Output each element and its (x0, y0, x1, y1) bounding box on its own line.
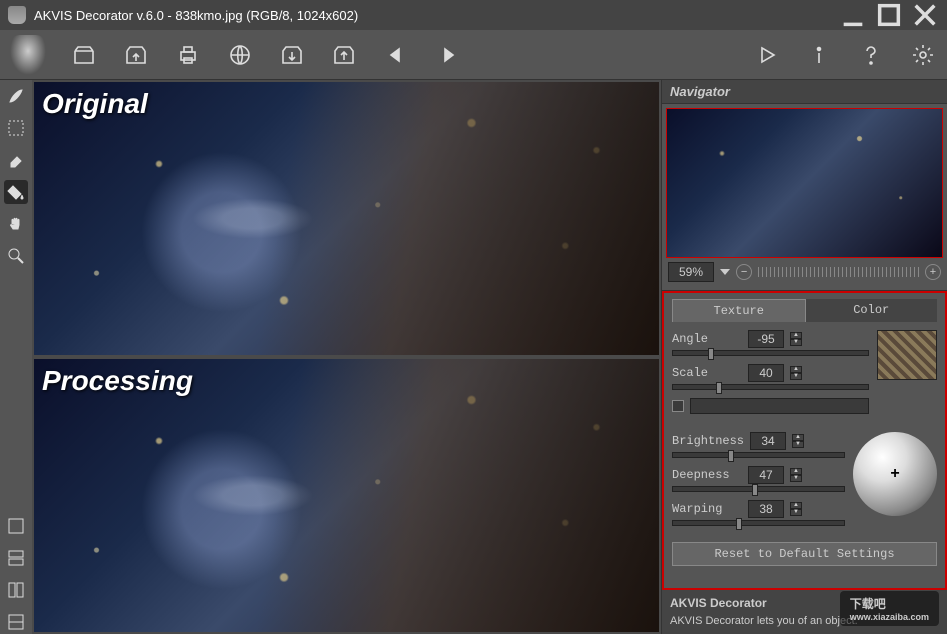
run-button[interactable] (753, 41, 781, 69)
texture-path-checkbox[interactable] (672, 400, 684, 412)
texture-path-input[interactable] (690, 398, 869, 414)
tab-texture[interactable]: Texture (672, 299, 806, 322)
titlebar: AKVIS Decorator v.6.0 - 838kmo.jpg (RGB/… (0, 0, 947, 30)
angle-spinner[interactable]: ▲▼ (790, 332, 802, 346)
scale-label: Scale (672, 366, 742, 380)
zoom-slider[interactable] (758, 267, 919, 277)
selection-tool[interactable] (4, 116, 28, 140)
brightness-value[interactable]: 34 (750, 432, 786, 450)
toolbar (0, 30, 947, 80)
plus-icon: + (890, 465, 899, 483)
minimize-button[interactable] (839, 4, 867, 26)
view-mode-3-button[interactable] (4, 578, 28, 602)
brush-tool[interactable] (4, 84, 28, 108)
open-button[interactable] (70, 41, 98, 69)
bucket-tool[interactable] (4, 180, 28, 204)
print-button[interactable] (174, 41, 202, 69)
settings-button[interactable] (909, 41, 937, 69)
texture-swatch[interactable] (877, 330, 937, 380)
akvis-logo-icon (10, 35, 46, 75)
view-mode-1-button[interactable] (4, 514, 28, 538)
original-label: Original (42, 88, 148, 120)
scale-slider[interactable] (672, 384, 869, 390)
navigator-title: Navigator (662, 80, 947, 104)
window-title: AKVIS Decorator v.6.0 - 838kmo.jpg (RGB/… (34, 8, 831, 23)
brightness-spinner[interactable]: ▲▼ (792, 434, 804, 448)
canvas-area: Original Processing (32, 80, 661, 634)
deepness-slider[interactable] (672, 486, 845, 492)
warping-value[interactable]: 38 (748, 500, 784, 518)
view-mode-4-button[interactable] (4, 610, 28, 634)
help-button[interactable] (857, 41, 885, 69)
deepness-value[interactable]: 47 (748, 466, 784, 484)
view-mode-2-button[interactable] (4, 546, 28, 570)
info-button[interactable] (805, 41, 833, 69)
tool-sidebar (0, 80, 32, 634)
angle-slider[interactable] (672, 350, 869, 356)
redo-button[interactable] (434, 41, 462, 69)
undo-button[interactable] (382, 41, 410, 69)
processing-label: Processing (42, 365, 193, 397)
hand-tool[interactable] (4, 212, 28, 236)
processing-view[interactable]: Processing (34, 359, 659, 632)
zoom-dropdown-icon[interactable] (720, 269, 730, 275)
deepness-label: Deepness (672, 468, 742, 482)
watermark: 下载吧 www.xiazaiba.com (840, 591, 939, 626)
brightness-slider[interactable] (672, 452, 845, 458)
export-preset-button[interactable] (330, 41, 358, 69)
save-button[interactable] (122, 41, 150, 69)
share-button[interactable] (226, 41, 254, 69)
scale-value[interactable]: 40 (748, 364, 784, 382)
tab-color[interactable]: Color (806, 299, 938, 322)
navigator-preview[interactable] (666, 108, 943, 258)
watermark-main: 下载吧 (850, 595, 929, 612)
zoom-out-button[interactable]: − (736, 264, 752, 280)
close-button[interactable] (911, 4, 939, 26)
import-preset-button[interactable] (278, 41, 306, 69)
maximize-button[interactable] (875, 4, 903, 26)
zoom-value[interactable]: 59% (668, 262, 714, 282)
zoom-tool[interactable] (4, 244, 28, 268)
parameters-panel: Texture Color Angle -95 ▲▼ Scale 40 ▲▼ (662, 291, 947, 590)
original-view[interactable]: Original (34, 82, 659, 355)
reset-button[interactable]: Reset to Default Settings (672, 542, 937, 566)
navigator-panel: 59% − + (662, 104, 947, 291)
eraser-tool[interactable] (4, 148, 28, 172)
deepness-spinner[interactable]: ▲▼ (790, 468, 802, 482)
warping-spinner[interactable]: ▲▼ (790, 502, 802, 516)
app-logo-icon (8, 6, 26, 24)
scale-spinner[interactable]: ▲▼ (790, 366, 802, 380)
angle-value[interactable]: -95 (748, 330, 784, 348)
brightness-label: Brightness (672, 434, 744, 448)
warping-label: Warping (672, 502, 742, 516)
warping-slider[interactable] (672, 520, 845, 526)
right-panel: Navigator 59% − + Texture Color Angle -9… (661, 80, 947, 634)
light-sphere[interactable]: + (853, 432, 937, 516)
zoom-in-button[interactable]: + (925, 264, 941, 280)
angle-label: Angle (672, 332, 742, 346)
watermark-sub: www.xiazaiba.com (850, 612, 929, 622)
